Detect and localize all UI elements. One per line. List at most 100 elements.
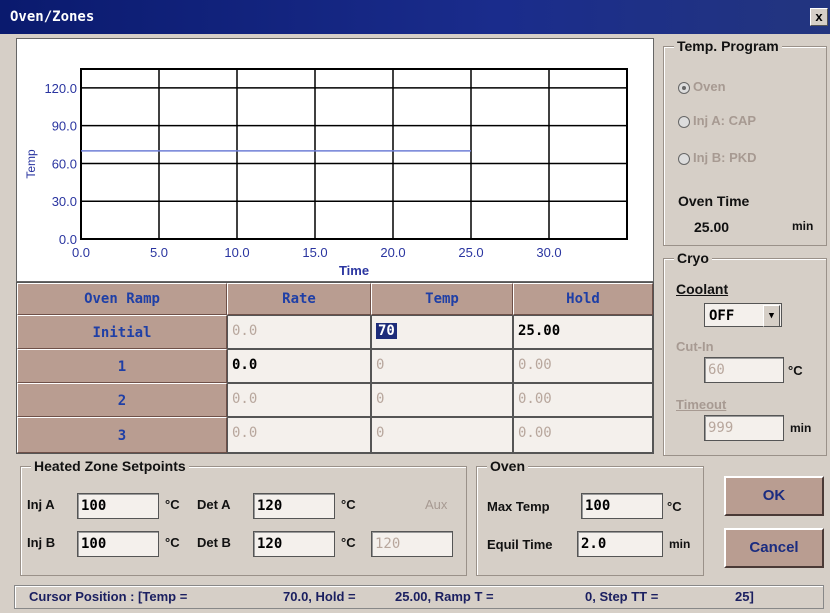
hold-cell[interactable]: 25.00 bbox=[513, 315, 653, 349]
cryo-title: Cryo bbox=[674, 250, 712, 266]
chevron-down-icon[interactable]: ▼ bbox=[763, 305, 780, 327]
header-oven-ramp: Oven Ramp bbox=[17, 283, 227, 315]
radio-oven[interactable]: Oven bbox=[678, 79, 726, 94]
status-step: 25] bbox=[735, 589, 754, 604]
oven-time-value: 25.00 bbox=[694, 219, 730, 235]
radio-inj-a[interactable]: Inj A: CAP bbox=[678, 113, 756, 128]
det-a-input[interactable]: 120 bbox=[253, 493, 335, 519]
timeout-unit: min bbox=[790, 421, 812, 435]
header-temp: Temp bbox=[371, 283, 513, 315]
max-temp-unit: °C bbox=[667, 499, 682, 514]
hold-cell[interactable]: 0.00 bbox=[513, 383, 653, 417]
det-a-label: Det A bbox=[197, 497, 231, 512]
radio-inj-b-label: Inj B: PKD bbox=[693, 150, 757, 165]
row-label-1: 1 bbox=[17, 349, 227, 383]
header-hold: Hold bbox=[513, 283, 653, 315]
oven-ramp-table: Oven Ramp Rate Temp Hold Initial 0.0 70 … bbox=[16, 282, 654, 454]
inj-b-input[interactable]: 100 bbox=[77, 531, 159, 557]
cryo-group: Cryo Coolant OFF ▼ Cut-In 60 °C Timeout … bbox=[663, 250, 827, 456]
header-rate: Rate bbox=[227, 283, 371, 315]
y-axis-label: Temp bbox=[24, 149, 38, 179]
title-bar: Oven/Zones x bbox=[0, 0, 830, 34]
x-tick-label: 0.0 bbox=[72, 245, 90, 260]
temp-cell[interactable]: 0 bbox=[371, 417, 513, 453]
max-temp-input[interactable]: 100 bbox=[581, 493, 663, 519]
ok-button[interactable]: OK bbox=[724, 476, 824, 516]
x-tick-label: 15.0 bbox=[302, 245, 327, 260]
heated-zone-title: Heated Zone Setpoints bbox=[31, 458, 189, 474]
x-axis-label: Time bbox=[339, 263, 369, 278]
row-label-initial: Initial bbox=[17, 315, 227, 349]
cutin-input[interactable]: 60 bbox=[704, 357, 784, 383]
status-temp: 70.0, Hold = bbox=[283, 589, 356, 604]
det-b-label: Det B bbox=[197, 535, 231, 550]
temp-cell[interactable]: 70 bbox=[371, 315, 513, 349]
status-ramp: 0, Step TT = bbox=[585, 589, 659, 604]
inj-a-input[interactable]: 100 bbox=[77, 493, 159, 519]
inj-b-label: Inj B bbox=[27, 535, 56, 550]
y-tick-label: 60.0 bbox=[52, 156, 77, 171]
y-tick-label: 0.0 bbox=[59, 232, 77, 247]
radio-selected-icon bbox=[678, 81, 690, 94]
rate-cell[interactable]: 0.0 bbox=[227, 349, 371, 383]
close-button[interactable]: x bbox=[810, 8, 828, 26]
oven-time-unit: min bbox=[792, 219, 814, 233]
radio-oven-label: Oven bbox=[693, 79, 726, 94]
radio-inj-b[interactable]: Inj B: PKD bbox=[678, 150, 757, 165]
cutin-unit: °C bbox=[788, 363, 803, 378]
chart-svg: 0.0 5.0 10.0 15.0 20.0 25.0 30.0 0.0 30.0 60.0 90.… bbox=[24, 68, 628, 278]
aux-input[interactable]: 120 bbox=[371, 531, 453, 557]
equil-time-unit: min bbox=[669, 537, 691, 551]
x-tick-label: 10.0 bbox=[224, 245, 249, 260]
cutin-label: Cut-In bbox=[676, 339, 714, 354]
x-tick-label: 5.0 bbox=[150, 245, 168, 260]
x-tick-label: 25.0 bbox=[458, 245, 483, 260]
inj-a-unit: °C bbox=[165, 497, 180, 512]
cancel-button[interactable]: Cancel bbox=[724, 528, 824, 568]
equil-time-input[interactable]: 2.0 bbox=[577, 531, 663, 557]
inj-b-unit: °C bbox=[165, 535, 180, 550]
temp-cell-selected: 70 bbox=[376, 323, 397, 339]
det-b-input[interactable]: 120 bbox=[253, 531, 335, 557]
coolant-select[interactable]: OFF ▼ bbox=[704, 303, 782, 327]
status-cursor-label: Cursor Position : [Temp = bbox=[29, 589, 188, 604]
rate-cell[interactable]: 0.0 bbox=[227, 383, 371, 417]
heated-zone-group: Heated Zone Setpoints Inj A 100 °C Det A… bbox=[20, 458, 467, 576]
oven-time-label: Oven Time bbox=[678, 193, 750, 209]
x-tick-label: 30.0 bbox=[536, 245, 561, 260]
coolant-label: Coolant bbox=[676, 281, 729, 297]
aux-label: Aux bbox=[425, 497, 448, 512]
inj-a-label: Inj A bbox=[27, 497, 55, 512]
hold-cell[interactable]: 0.00 bbox=[513, 349, 653, 383]
status-hold: 25.00, Ramp T = bbox=[395, 589, 494, 604]
window-title: Oven/Zones bbox=[10, 9, 95, 25]
status-bar: Cursor Position : [Temp = 70.0, Hold = 2… bbox=[14, 585, 824, 609]
det-a-unit: °C bbox=[341, 497, 356, 512]
coolant-value: OFF bbox=[709, 308, 735, 324]
oven-zones-window: Oven/Zones x 0.0 5.0 10.0 15.0 20.0 25.0 30.0 0… bbox=[0, 0, 830, 613]
det-b-unit: °C bbox=[341, 535, 356, 550]
timeout-label: Timeout bbox=[676, 397, 727, 412]
temp-program-group: Temp. Program Oven Inj A: CAP Inj B: PKD… bbox=[663, 38, 827, 246]
y-tick-label: 120.0 bbox=[44, 81, 77, 96]
temp-program-title: Temp. Program bbox=[674, 38, 782, 54]
rate-cell[interactable]: 0.0 bbox=[227, 417, 371, 453]
radio-icon bbox=[678, 152, 690, 165]
hold-cell[interactable]: 0.00 bbox=[513, 417, 653, 453]
temp-cell[interactable]: 0 bbox=[371, 383, 513, 417]
temperature-chart: 0.0 5.0 10.0 15.0 20.0 25.0 30.0 0.0 30.0 60.0 90.… bbox=[16, 38, 654, 282]
oven-group: Oven Max Temp 100 °C Equil Time 2.0 min bbox=[476, 458, 704, 576]
equil-time-label: Equil Time bbox=[487, 537, 553, 552]
x-tick-label: 20.0 bbox=[380, 245, 405, 260]
y-tick-label: 30.0 bbox=[52, 194, 77, 209]
row-label-3: 3 bbox=[17, 417, 227, 453]
timeout-input[interactable]: 999 bbox=[704, 415, 784, 441]
rate-cell[interactable]: 0.0 bbox=[227, 315, 371, 349]
row-label-2: 2 bbox=[17, 383, 227, 417]
temp-cell[interactable]: 0 bbox=[371, 349, 513, 383]
radio-inj-a-label: Inj A: CAP bbox=[693, 113, 757, 128]
y-tick-label: 90.0 bbox=[52, 119, 77, 134]
radio-icon bbox=[678, 115, 690, 128]
oven-title: Oven bbox=[487, 458, 529, 474]
plot-area bbox=[80, 68, 628, 240]
